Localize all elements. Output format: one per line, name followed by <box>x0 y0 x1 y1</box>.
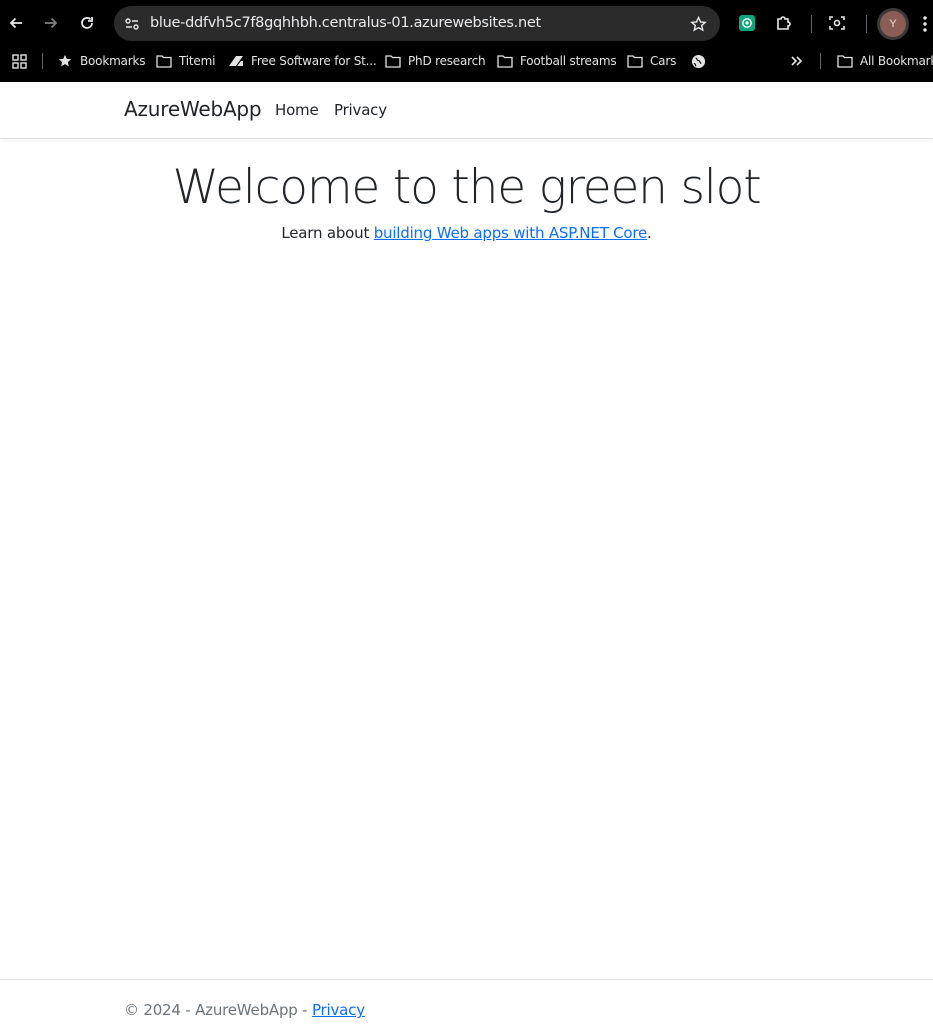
page-lead: Learn about building Web apps with ASP.N… <box>0 224 933 242</box>
folder-icon <box>627 53 643 69</box>
folder-icon <box>497 53 513 69</box>
bookmark-titemi[interactable]: Titemi <box>156 46 215 76</box>
back-button[interactable] <box>4 11 28 35</box>
bookmark-label: PhD research <box>408 54 486 68</box>
folder-icon <box>837 53 853 69</box>
footer-privacy-link[interactable]: Privacy <box>312 1001 365 1019</box>
bookmark-label: Bookmarks <box>80 54 146 68</box>
star-icon <box>57 53 73 69</box>
bookmark-globe[interactable] <box>690 46 713 76</box>
apps-button[interactable] <box>11 46 34 76</box>
bookmark-label: Football streams <box>520 54 617 68</box>
bookmark-bookmarks[interactable]: Bookmarks <box>57 46 145 76</box>
forward-button[interactable] <box>39 11 63 35</box>
aspnet-docs-link[interactable]: building Web apps with ASP.NET Core <box>374 224 648 242</box>
more-bookmarks-button[interactable] <box>789 46 812 76</box>
chatgpt-extension-icon[interactable] <box>736 12 758 34</box>
folder-icon <box>385 53 401 69</box>
bookmark-star-icon[interactable] <box>688 14 708 34</box>
toolbar-separator <box>811 15 812 33</box>
address-bar[interactable]: blue-ddfvh5c7f8gqhhbh.centralus-01.azure… <box>114 6 720 41</box>
site-favicon-icon <box>228 53 244 69</box>
all-bookmarks-button[interactable]: All Bookmarks <box>837 46 933 76</box>
nav-link-home[interactable]: Home <box>275 101 319 119</box>
bookmark-cars[interactable]: Cars <box>627 46 676 76</box>
footer-text: © 2024 - AzureWebApp - Privacy <box>124 1001 365 1019</box>
reload-icon <box>81 17 93 29</box>
bookmarks-separator <box>42 53 43 69</box>
browser-menu-icon[interactable] <box>921 14 929 34</box>
web-page: AzureWebApp Home Privacy Welcome to the … <box>0 82 933 1030</box>
globe-icon <box>690 53 706 69</box>
nav-link-privacy[interactable]: Privacy <box>334 101 387 119</box>
screenshot-lens-icon[interactable] <box>826 12 848 34</box>
bookmark-phd-research[interactable]: PhD research <box>385 46 486 76</box>
forward-arrow-icon <box>45 17 58 29</box>
folder-icon <box>156 53 172 69</box>
lead-suffix: . <box>647 224 652 242</box>
site-brand-link[interactable]: AzureWebApp <box>124 97 262 121</box>
double-chevron-right-icon <box>789 53 805 69</box>
back-arrow-icon <box>9 17 22 29</box>
bookmarks-bar: Bookmarks Titemi Free Software for St...… <box>0 46 933 82</box>
bookmark-football-streams[interactable]: Football streams <box>497 46 617 76</box>
browser-toolbar: blue-ddfvh5c7f8gqhhbh.centralus-01.azure… <box>0 0 933 46</box>
site-footer: © 2024 - AzureWebApp - Privacy <box>0 979 933 1031</box>
toolbar-separator <box>866 15 867 33</box>
reload-button[interactable] <box>75 11 99 35</box>
bookmark-label: Cars <box>650 54 677 68</box>
all-bookmarks-label: All Bookmarks <box>860 54 933 68</box>
lead-prefix: Learn about <box>281 224 374 242</box>
site-navbar: AzureWebApp Home Privacy <box>0 82 933 139</box>
apps-grid-icon <box>11 53 27 69</box>
bookmark-free-software[interactable]: Free Software for St... <box>228 46 377 76</box>
url-text[interactable]: blue-ddfvh5c7f8gqhhbh.centralus-01.azure… <box>150 6 541 41</box>
bookmark-label: Titemi <box>179 54 216 68</box>
profile-avatar[interactable]: Y <box>880 11 906 37</box>
footer-copyright: © 2024 - AzureWebApp - <box>124 1001 312 1019</box>
bookmarks-separator <box>820 53 821 69</box>
extensions-puzzle-icon[interactable] <box>773 12 795 34</box>
site-info-icon[interactable] <box>122 14 142 34</box>
bookmark-label: Free Software for St... <box>251 54 377 68</box>
page-heading: Welcome to the green slot <box>172 160 762 215</box>
